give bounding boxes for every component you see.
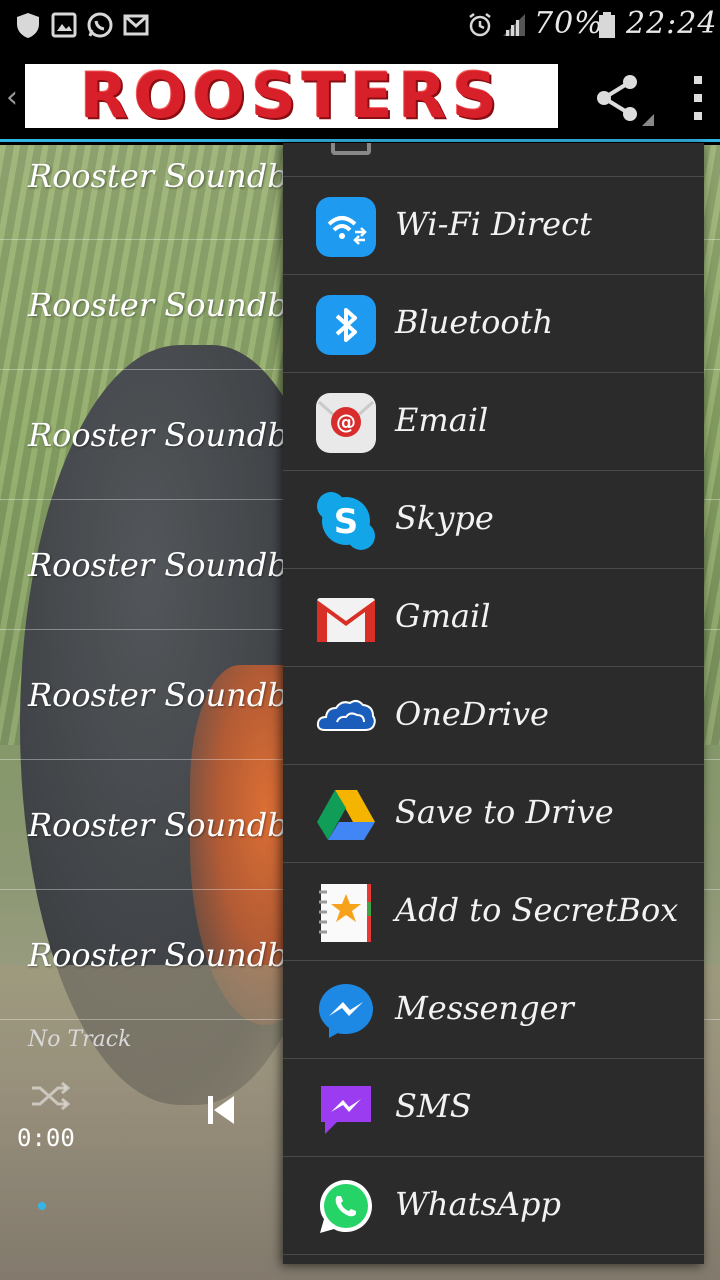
list-item-label: Rooster Soundbo (28, 806, 307, 844)
action-bar: ‹ ROOSTERS (0, 50, 720, 142)
whatsapp-icon (320, 1180, 372, 1233)
shuffle-icon[interactable] (30, 1078, 70, 1114)
gallery-icon (51, 12, 77, 38)
list-item-label: Rooster Soundbo (28, 286, 307, 324)
secretbox-icon (319, 884, 371, 942)
gmail-status-icon (123, 14, 149, 36)
share-item-label: Wi-Fi Direct (395, 205, 592, 243)
onedrive-icon (316, 699, 376, 731)
signal-icon (503, 14, 525, 36)
status-bar: 70% 22:24 (0, 0, 720, 50)
share-item-label: SMS (395, 1087, 472, 1125)
skype-icon: S (317, 492, 375, 550)
share-item-whatsapp[interactable]: WhatsApp (283, 1156, 704, 1254)
svg-text:S: S (334, 502, 359, 542)
share-item-label: Messenger (395, 989, 574, 1027)
wifi-direct-icon (316, 197, 376, 257)
battery-icon (599, 12, 615, 38)
list-item-label: Rooster Soundbo (28, 157, 307, 195)
share-item-save-to-drive[interactable]: Save to Drive (283, 764, 704, 862)
share-item-sms[interactable]: SMS (283, 1058, 704, 1156)
alarm-icon (469, 13, 491, 37)
share-icon[interactable] (590, 68, 656, 128)
share-item-skype[interactable]: S Skype (283, 470, 704, 568)
share-item-email[interactable]: @ Email (283, 372, 704, 470)
svg-text:@: @ (336, 410, 356, 434)
overflow-menu-icon[interactable] (686, 72, 710, 124)
messenger-icon (319, 984, 373, 1038)
battery-percent: 70% (534, 6, 604, 41)
email-icon: @ (316, 393, 376, 453)
whatsapp-status-icon (87, 12, 113, 38)
list-item-label: Rooster Soundbo (28, 416, 307, 454)
app-logo: ROOSTERS (25, 64, 558, 128)
gmail-icon (317, 598, 375, 642)
track-title: No Track (28, 1027, 132, 1052)
shield-icon (17, 13, 39, 38)
share-item-label: Save to Drive (395, 793, 614, 831)
list-item-label: Rooster Soundbo (28, 676, 307, 714)
share-item-bluetooth[interactable]: Bluetooth (283, 274, 704, 372)
elapsed-time: 0:00 (17, 1124, 75, 1152)
share-item-label: WhatsApp (395, 1185, 561, 1223)
share-item-wifi-direct[interactable]: Wi-Fi Direct (283, 176, 704, 274)
share-item-label: Gmail (395, 597, 491, 635)
share-item-onedrive[interactable]: OneDrive (283, 666, 704, 764)
logo-text: ROOSTERS (80, 59, 503, 132)
popup-bottom-divider (283, 1254, 704, 1264)
share-item-label: OneDrive (395, 695, 549, 733)
share-item-messenger[interactable]: Messenger (283, 960, 704, 1058)
share-item-label: Add to SecretBox (395, 891, 679, 929)
bluetooth-icon (316, 295, 376, 355)
sms-icon (321, 1086, 371, 1134)
share-item-label: Bluetooth (395, 303, 554, 341)
share-item-secretbox[interactable]: Add to SecretBox (283, 862, 704, 960)
up-chevron-icon[interactable]: ‹ (6, 80, 18, 115)
share-menu: Wi-Fi Direct Bluetooth @ Email S Skype G… (283, 143, 704, 1264)
share-item-label: Skype (395, 499, 494, 537)
clock: 22:24 (626, 6, 718, 41)
progress-dot[interactable] (38, 1202, 46, 1210)
list-item-label: Rooster Soundbo (28, 936, 307, 974)
share-item-gmail[interactable]: Gmail (283, 568, 704, 666)
list-item-label: Rooster Soundbo (28, 546, 307, 584)
share-item-label: Email (395, 401, 489, 439)
drive-icon (317, 790, 375, 840)
previous-track-icon[interactable] (206, 1094, 236, 1126)
partial-item-icon (331, 143, 371, 155)
